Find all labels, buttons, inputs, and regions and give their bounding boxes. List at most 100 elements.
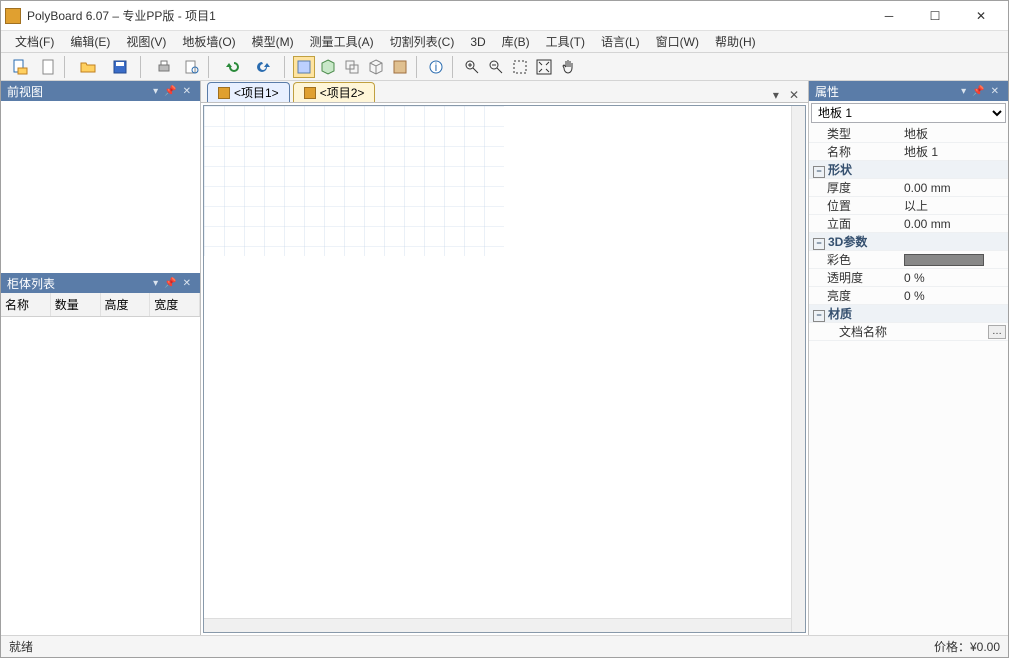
zoom-region-button[interactable] xyxy=(509,56,531,78)
menu-language[interactable]: 语言(L) xyxy=(593,31,648,52)
close-panel-icon[interactable]: ✕ xyxy=(988,86,1002,97)
menu-edit[interactable]: 编辑(E) xyxy=(62,31,118,52)
group-material[interactable]: −材质 xyxy=(809,305,1008,323)
tab-label: <项目2> xyxy=(320,84,365,101)
close-button[interactable]: ✕ xyxy=(958,2,1004,30)
pan-button[interactable] xyxy=(557,56,579,78)
close-panel-icon[interactable]: ✕ xyxy=(180,278,194,289)
canvas-viewport[interactable] xyxy=(203,105,806,633)
frontview-panel[interactable] xyxy=(1,101,200,273)
toolbar: i xyxy=(1,53,1008,81)
col-width[interactable]: 宽度 xyxy=(150,293,200,316)
new-file-button[interactable] xyxy=(5,56,35,78)
window-title: PolyBoard 6.07 – 专业PP版 - 项目1 xyxy=(27,7,866,24)
frontview-label: 前视图 xyxy=(7,83,150,100)
right-column: 属性 ▾ 📌 ✕ 地板 1 类型地板 名称地板 1 −形状 厚度0.00 mm … xyxy=(808,81,1008,635)
new-doc-button[interactable] xyxy=(37,56,59,78)
drawing-canvas[interactable] xyxy=(204,106,504,256)
prop-name[interactable]: 名称地板 1 xyxy=(809,143,1008,161)
menu-3d[interactable]: 3D xyxy=(462,33,493,51)
tab-menu-icon[interactable]: ▾ xyxy=(770,88,782,102)
dropdown-icon[interactable]: ▾ xyxy=(958,86,969,97)
menubar: 文档(F) 编辑(E) 视图(V) 地板墙(O) 模型(M) 测量工具(A) 切… xyxy=(1,31,1008,53)
doc-icon xyxy=(304,87,316,99)
prop-color[interactable]: 彩色 xyxy=(809,251,1008,269)
collapse-icon[interactable]: − xyxy=(813,166,825,178)
view-copy-button[interactable] xyxy=(341,56,363,78)
document-tabstrip: <项目1> <项目2> ▾ ✕ xyxy=(201,81,808,103)
prop-elevation[interactable]: 立面0.00 mm xyxy=(809,215,1008,233)
app-icon xyxy=(5,8,21,24)
print-button[interactable] xyxy=(149,56,179,78)
view-texture-button[interactable] xyxy=(389,56,411,78)
group-3d[interactable]: −3D参数 xyxy=(809,233,1008,251)
cablist-header: 名称 数量 高度 宽度 xyxy=(1,293,200,317)
close-panel-icon[interactable]: ✕ xyxy=(180,86,194,97)
props-panel-title[interactable]: 属性 ▾ 📌 ✕ xyxy=(809,81,1008,101)
menu-cutlist[interactable]: 切割列表(C) xyxy=(382,31,463,52)
prop-brightness[interactable]: 亮度0 % xyxy=(809,287,1008,305)
open-button[interactable] xyxy=(73,56,103,78)
view-3d-button[interactable] xyxy=(317,56,339,78)
object-selector[interactable]: 地板 1 xyxy=(811,103,1006,123)
cablist-panel-title[interactable]: 柜体列表 ▾ 📌 ✕ xyxy=(1,273,200,293)
collapse-icon[interactable]: − xyxy=(813,310,825,322)
zoom-in-button[interactable] xyxy=(461,56,483,78)
minimize-button[interactable]: ─ xyxy=(866,2,912,30)
cablist-label: 柜体列表 xyxy=(7,275,150,292)
props-selector-wrap: 地板 1 xyxy=(809,101,1008,125)
menu-file[interactable]: 文档(F) xyxy=(7,31,62,52)
menu-window[interactable]: 窗口(W) xyxy=(648,31,707,52)
col-name[interactable]: 名称 xyxy=(1,293,51,316)
zoom-fit-button[interactable] xyxy=(533,56,555,78)
redo-button[interactable] xyxy=(249,56,279,78)
group-shape[interactable]: −形状 xyxy=(809,161,1008,179)
prop-thickness[interactable]: 厚度0.00 mm xyxy=(809,179,1008,197)
doc-icon xyxy=(218,87,230,99)
statusbar: 就绪 价格：¥0.00 xyxy=(1,635,1008,657)
col-height[interactable]: 高度 xyxy=(101,293,151,316)
prop-type[interactable]: 类型地板 xyxy=(809,125,1008,143)
body-area: 前视图 ▾ 📌 ✕ 柜体列表 ▾ 📌 ✕ 名称 数量 高度 宽度 xyxy=(1,81,1008,635)
print-preview-button[interactable] xyxy=(181,56,203,78)
menu-library[interactable]: 库(B) xyxy=(494,31,538,52)
pin-icon[interactable]: 📌 xyxy=(969,86,987,97)
property-grid: 类型地板 名称地板 1 −形状 厚度0.00 mm 位置以上 立面0.00 mm… xyxy=(809,125,1008,341)
dropdown-icon[interactable]: ▾ xyxy=(150,86,161,97)
vertical-scrollbar[interactable] xyxy=(791,106,805,632)
horizontal-scrollbar[interactable] xyxy=(204,618,791,632)
save-button[interactable] xyxy=(105,56,135,78)
menu-model[interactable]: 模型(M) xyxy=(244,31,302,52)
tab-project1[interactable]: <项目1> xyxy=(207,82,290,102)
view-2d-button[interactable] xyxy=(293,56,315,78)
app-window: PolyBoard 6.07 – 专业PP版 - 项目1 ─ ☐ ✕ 文档(F)… xyxy=(0,0,1009,658)
menu-floor[interactable]: 地板墙(O) xyxy=(174,31,243,52)
collapse-icon[interactable]: − xyxy=(813,238,825,250)
browse-button[interactable]: … xyxy=(988,325,1006,339)
zoom-out-button[interactable] xyxy=(485,56,507,78)
tab-close-icon[interactable]: ✕ xyxy=(786,88,802,102)
dropdown-icon[interactable]: ▾ xyxy=(150,278,161,289)
prop-position[interactable]: 位置以上 xyxy=(809,197,1008,215)
prop-transparency[interactable]: 透明度0 % xyxy=(809,269,1008,287)
tab-project2[interactable]: <项目2> xyxy=(293,82,376,102)
undo-button[interactable] xyxy=(217,56,247,78)
svg-text:i: i xyxy=(435,60,438,74)
col-qty[interactable]: 数量 xyxy=(51,293,101,316)
titlebar: PolyBoard 6.07 – 专业PP版 - 项目1 ─ ☐ ✕ xyxy=(1,1,1008,31)
left-column: 前视图 ▾ 📌 ✕ 柜体列表 ▾ 📌 ✕ 名称 数量 高度 宽度 xyxy=(1,81,201,635)
view-wire-button[interactable] xyxy=(365,56,387,78)
maximize-button[interactable]: ☐ xyxy=(912,2,958,30)
menu-help[interactable]: 帮助(H) xyxy=(707,31,764,52)
menu-view[interactable]: 视图(V) xyxy=(118,31,174,52)
color-swatch[interactable] xyxy=(904,254,984,266)
props-label: 属性 xyxy=(815,83,958,100)
status-text: 就绪 xyxy=(9,638,934,655)
frontview-panel-title[interactable]: 前视图 ▾ 📌 ✕ xyxy=(1,81,200,101)
menu-measure[interactable]: 测量工具(A) xyxy=(302,31,382,52)
pin-icon[interactable]: 📌 xyxy=(161,278,179,289)
prop-docname[interactable]: 文档名称… xyxy=(809,323,1008,341)
menu-tools[interactable]: 工具(T) xyxy=(538,31,593,52)
info-button[interactable]: i xyxy=(425,56,447,78)
pin-icon[interactable]: 📌 xyxy=(161,86,179,97)
